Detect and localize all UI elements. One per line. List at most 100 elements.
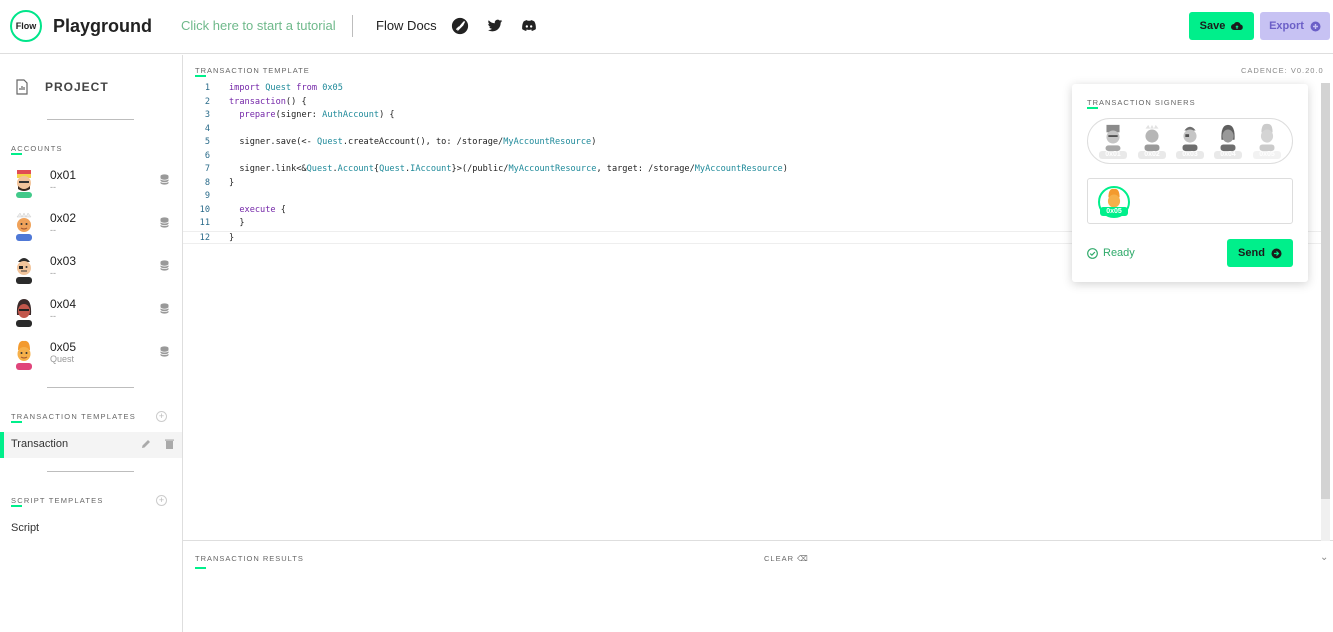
signer-avatar-icon xyxy=(1144,124,1160,151)
status-text: Ready xyxy=(1103,247,1135,259)
account-address: 0x02 xyxy=(50,211,77,225)
account-item-0x03[interactable]: 0x03 -- xyxy=(0,250,182,290)
signer-tag: 0x04 xyxy=(1214,151,1242,159)
selected-signers[interactable]: 0x05 xyxy=(1087,178,1293,224)
save-button[interactable]: Save xyxy=(1189,12,1254,40)
script-template-item[interactable]: Script xyxy=(0,516,182,542)
export-button[interactable]: Export xyxy=(1260,12,1330,40)
signer-avatar-icon xyxy=(1259,123,1275,151)
add-script-template-button[interactable]: + xyxy=(156,495,167,506)
divider xyxy=(47,119,134,120)
results-title-underline xyxy=(195,567,206,569)
signer-chip-0x02[interactable]: 0x02 xyxy=(1138,123,1166,159)
signer-chip-0x05[interactable]: 0x05 xyxy=(1253,123,1281,159)
transaction-results-panel: TRANSACTION RESULTS CLEAR ⌫ ⌄ xyxy=(183,541,1333,632)
code-text: prepare(signer: AuthAccount) { xyxy=(239,110,395,120)
signer-avatar-icon xyxy=(1220,124,1236,151)
selected-signer-tag: 0x05 xyxy=(1100,207,1128,216)
database-icon[interactable] xyxy=(160,217,169,228)
line-number: 2 xyxy=(204,96,210,107)
line-number: 4 xyxy=(204,123,210,134)
logo-text: Flow xyxy=(15,21,37,31)
sidebar: PROJECT ACCOUNTS 0x01 -- 0x02 -- 0x03 --… xyxy=(0,55,183,632)
line-number: 10 xyxy=(199,204,210,215)
plus-circle-icon xyxy=(1310,21,1321,31)
line-number: 7 xyxy=(204,164,210,174)
header-divider xyxy=(352,15,353,37)
account-item-0x04[interactable]: 0x04 -- xyxy=(0,293,182,333)
account-address: 0x05 xyxy=(50,340,77,354)
account-avatar-icon xyxy=(16,299,32,327)
editor-scrollbar-thumb[interactable] xyxy=(1321,83,1330,499)
database-icon[interactable] xyxy=(160,303,169,314)
line-number: 9 xyxy=(204,191,210,201)
transaction-template-item[interactable]: Transaction xyxy=(0,432,182,458)
database-icon[interactable] xyxy=(160,174,169,185)
signer-chip-0x03[interactable]: 0x03 xyxy=(1176,123,1204,159)
script-templates-title: SCRIPT TEMPLATES xyxy=(11,496,104,505)
clear-results-button[interactable]: CLEAR ⌫ xyxy=(764,554,809,563)
cadence-version: CADENCE: V0.20.0 xyxy=(1241,66,1324,75)
signers-title: TRANSACTION SIGNERS xyxy=(1087,98,1196,107)
script-templates-underline xyxy=(11,505,22,507)
signer-avatar-icon xyxy=(1182,126,1198,151)
script-template-label: Script xyxy=(11,522,40,534)
pencil-icon[interactable] xyxy=(141,439,151,449)
code-text: import Quest from 0x05 xyxy=(229,83,343,93)
signer-chip-0x01[interactable]: 0x01 xyxy=(1099,123,1127,159)
account-avatar-icon xyxy=(16,340,32,370)
account-address: 0x03 xyxy=(50,254,77,268)
line-number: 6 xyxy=(204,150,210,161)
save-label: Save xyxy=(1199,20,1226,32)
code-text: transaction() { xyxy=(229,96,307,107)
divider xyxy=(47,471,134,472)
rocket-icon[interactable] xyxy=(451,17,469,35)
account-contract: -- xyxy=(50,182,56,192)
eraser-icon: ⌫ xyxy=(797,554,809,563)
trash-icon[interactable] xyxy=(165,439,174,449)
account-contract: -- xyxy=(50,311,56,321)
database-icon[interactable] xyxy=(160,346,169,357)
add-transaction-template-button[interactable]: + xyxy=(156,411,167,422)
account-item-0x02[interactable]: 0x02 -- xyxy=(0,207,182,247)
project-label: PROJECT xyxy=(45,80,109,94)
editor-title-underline xyxy=(195,75,206,77)
account-avatar-icon xyxy=(16,258,32,284)
signers-title-underline xyxy=(1087,107,1098,109)
signer-tag: 0x03 xyxy=(1176,151,1204,159)
send-button[interactable]: Send xyxy=(1227,239,1293,267)
chevron-down-icon[interactable]: ⌄ xyxy=(1320,552,1328,563)
divider xyxy=(47,387,134,388)
transaction-signers-panel: TRANSACTION SIGNERS 0x01 0x02 0x03 0x04 xyxy=(1072,84,1308,282)
twitter-icon[interactable] xyxy=(486,17,504,35)
code-text: signer.link<&Quest.Account{Quest.IAccoun… xyxy=(229,164,788,174)
code-text: signer.save(<- Quest.createAccount(), to… xyxy=(229,137,597,147)
project-button[interactable]: PROJECT xyxy=(15,79,109,95)
transaction-templates-title: TRANSACTION TEMPLATES xyxy=(11,412,136,421)
signer-tag: 0x02 xyxy=(1138,151,1166,159)
transaction-template-label: Transaction xyxy=(11,438,69,450)
signer-avatar-icon xyxy=(1105,124,1121,151)
account-item-0x01[interactable]: 0x01 -- xyxy=(0,164,182,204)
account-avatar-icon xyxy=(16,170,32,198)
flow-logo[interactable]: Flow xyxy=(10,10,42,42)
clear-label: CLEAR xyxy=(764,554,795,563)
signer-chip-0x04[interactable]: 0x04 xyxy=(1214,123,1242,159)
code-text: } xyxy=(229,218,245,228)
status-indicator: Ready xyxy=(1087,247,1135,259)
account-avatar-icon xyxy=(16,212,32,241)
tutorial-link[interactable]: Click here to start a tutorial xyxy=(181,18,336,33)
flow-docs-link[interactable]: Flow Docs xyxy=(376,18,437,33)
send-label: Send xyxy=(1238,247,1265,259)
signer-tag: 0x05 xyxy=(1253,151,1281,159)
line-number: 8 xyxy=(204,177,210,188)
account-item-0x05[interactable]: 0x05 Quest xyxy=(0,336,182,376)
line-number: 11 xyxy=(199,218,210,228)
discord-icon[interactable] xyxy=(520,17,538,35)
cloud-upload-icon xyxy=(1231,22,1244,30)
transaction-templates-underline xyxy=(11,421,22,423)
line-number: 5 xyxy=(204,137,210,147)
database-icon[interactable] xyxy=(160,260,169,271)
signer-tag: 0x01 xyxy=(1099,151,1127,159)
code-text: execute { xyxy=(239,204,286,215)
